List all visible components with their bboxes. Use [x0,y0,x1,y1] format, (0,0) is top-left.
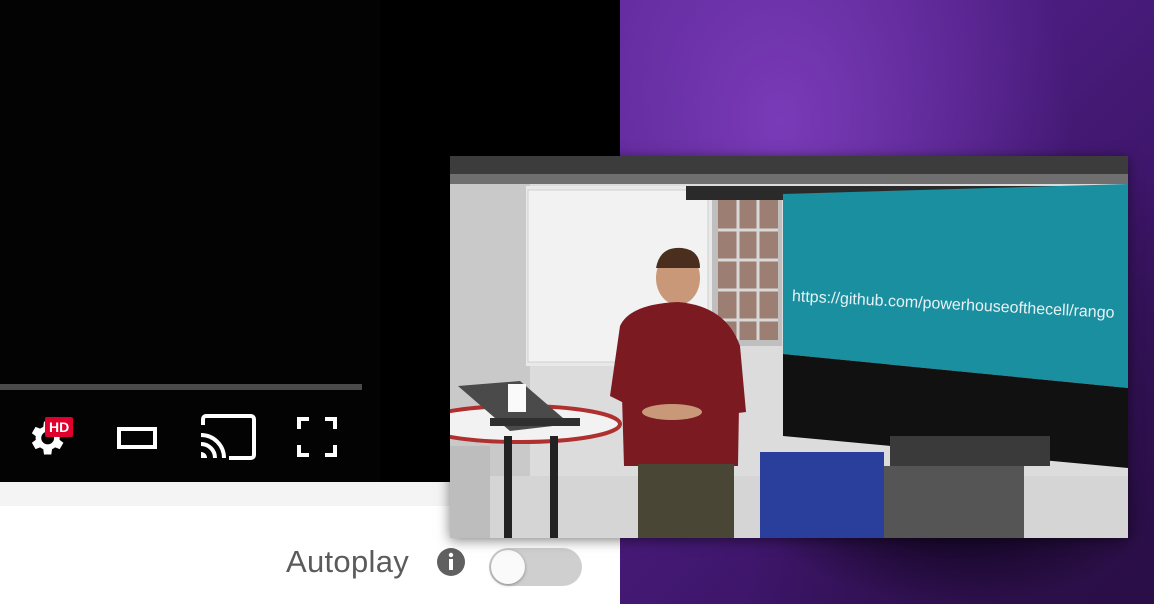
autoplay-label: Autoplay [286,544,410,579]
cast-icon [200,414,256,460]
theater-mode-button[interactable] [114,420,160,456]
progress-bar[interactable] [0,384,362,390]
fullscreen-icon [297,417,337,457]
theater-mode-icon [117,427,157,449]
miniplayer-video[interactable] [450,156,1128,538]
autoplay-toggle[interactable] [489,548,582,586]
info-icon[interactable] [436,547,466,577]
hd-badge: HD [45,417,74,437]
cast-button[interactable] [196,410,258,464]
classroom-scene [450,156,1128,538]
fullscreen-button[interactable] [294,414,340,460]
toggle-knob [491,550,525,584]
